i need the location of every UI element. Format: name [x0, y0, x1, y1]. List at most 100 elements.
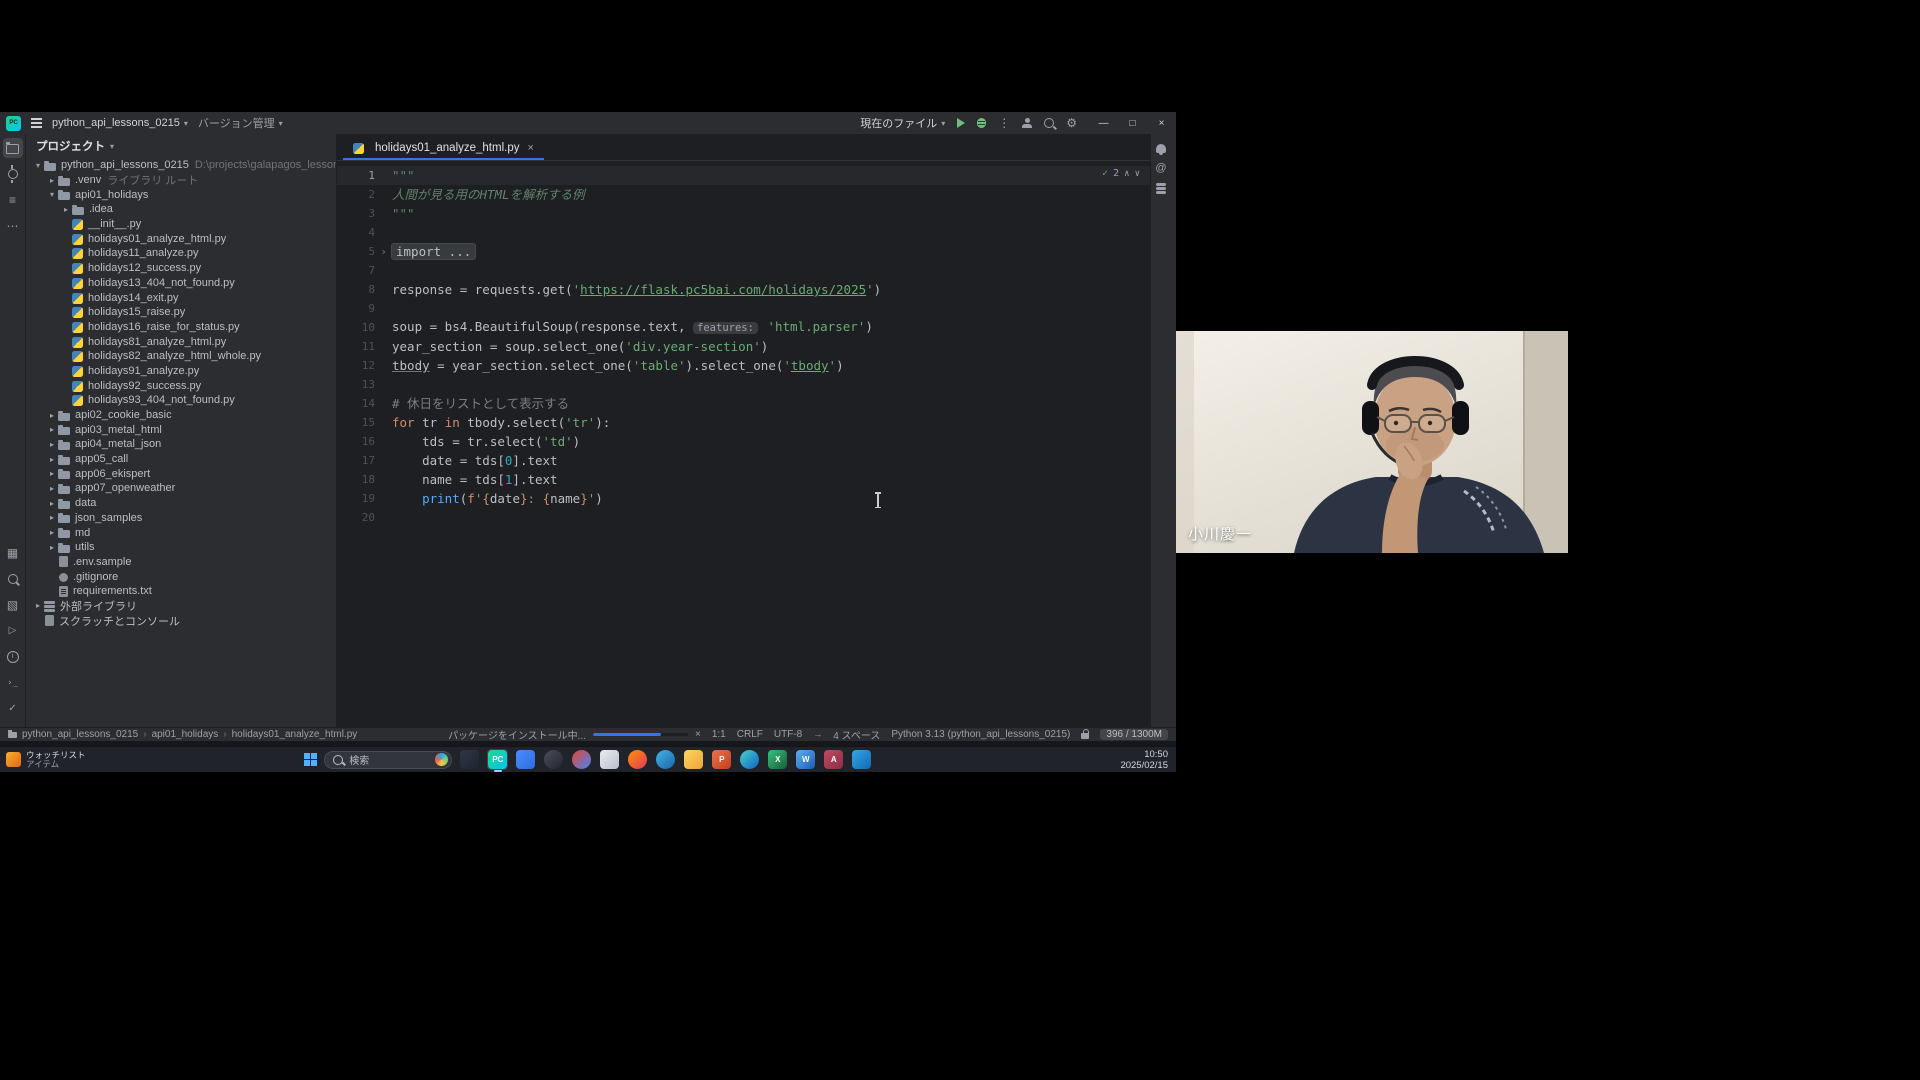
tree-item[interactable]: ▸app06_ekispert — [26, 466, 336, 481]
vscode-button[interactable] — [851, 749, 872, 770]
chevron-right-icon[interactable]: ▸ — [32, 601, 44, 610]
powerpoint-button[interactable]: P — [711, 749, 732, 770]
tree-item[interactable]: holidays01_analyze_html.py — [26, 231, 336, 246]
breadcrumb-item[interactable]: api01_holidays — [152, 729, 219, 740]
tree-item[interactable]: holidays13_404_not_found.py — [26, 276, 336, 291]
code-line[interactable]: 14# 休日をリストとして表示する — [337, 394, 1150, 413]
chevron-right-icon[interactable]: ▸ — [46, 425, 58, 434]
structure-button[interactable] — [3, 190, 23, 210]
tree-item[interactable]: holidays91_analyze.py — [26, 364, 336, 379]
project-selector-button[interactable]: python_api_lessons_0215 — [52, 117, 188, 129]
excel-button[interactable]: X — [767, 749, 788, 770]
status-item[interactable]: 1:1 — [712, 729, 726, 740]
tree-item[interactable]: holidays81_analyze_html.py — [26, 334, 336, 349]
chevron-down-icon[interactable]: ▾ — [46, 190, 58, 199]
chevron-right-icon[interactable]: ▸ — [60, 205, 72, 214]
status-item[interactable]: 396 / 1300M — [1100, 729, 1168, 740]
todo-button[interactable] — [3, 699, 23, 719]
code-line[interactable]: 4 — [337, 223, 1150, 242]
commit-button[interactable] — [3, 164, 23, 184]
tree-item[interactable]: スクラッチとコンソール — [26, 613, 336, 628]
python-packages-button[interactable] — [3, 543, 23, 563]
database-button[interactable] — [1151, 178, 1171, 198]
code-line[interactable]: 19 print(f'{date}: {name}') — [337, 489, 1150, 508]
status-item[interactable]: UTF-8 — [774, 729, 802, 740]
tree-item[interactable]: .gitignore — [26, 569, 336, 584]
run-configuration-button[interactable]: 現在のファイル — [860, 115, 945, 131]
code-line[interactable]: 16 tds = tr.select('td') — [337, 432, 1150, 451]
code-line[interactable]: 3""" — [337, 204, 1150, 223]
tree-item[interactable]: ▾python_api_lessons_0215D:\projects\gala… — [26, 158, 336, 173]
settings-gear-icon[interactable] — [1066, 117, 1077, 129]
chevron-right-icon[interactable]: ▸ — [46, 411, 58, 420]
chevron-right-icon[interactable]: ▸ — [46, 484, 58, 493]
chevron-right-icon[interactable]: ▸ — [46, 440, 58, 449]
chrome-button[interactable] — [571, 749, 592, 770]
services-button[interactable] — [3, 595, 23, 615]
tree-item[interactable]: ▸utils — [26, 540, 336, 555]
tree-item[interactable]: holidays16_raise_for_status.py — [26, 320, 336, 335]
zoom-button[interactable] — [515, 749, 536, 770]
code-line[interactable]: 20 — [337, 508, 1150, 527]
tree-item[interactable]: ▸md — [26, 525, 336, 540]
code-line[interactable]: 13 — [337, 375, 1150, 394]
problems-button[interactable] — [3, 647, 23, 667]
editor-tab[interactable]: holidays01_analyze_html.py × — [343, 135, 544, 160]
chevron-down-icon[interactable]: ▾ — [32, 161, 44, 170]
notepad-button[interactable] — [599, 749, 620, 770]
fold-collapsed-icon[interactable]: › — [375, 242, 392, 261]
file-explorer-button[interactable] — [683, 749, 704, 770]
terminal-button[interactable] — [3, 673, 23, 693]
more-button[interactable] — [3, 216, 23, 236]
search-button[interactable] — [3, 569, 23, 589]
chevron-right-icon[interactable]: ▸ — [46, 543, 58, 552]
ai-assistant-button[interactable] — [1151, 158, 1171, 178]
search-everywhere-icon[interactable] — [1044, 118, 1054, 128]
code-line[interactable]: 15for tr in tbody.select('tr'): — [337, 413, 1150, 432]
taskbar-clock[interactable]: 10:50 2025/02/15 — [1120, 747, 1168, 772]
start-button[interactable] — [304, 753, 318, 767]
tree-item[interactable]: .env.sample — [26, 555, 336, 570]
tree-item[interactable]: ▸.idea — [26, 202, 336, 217]
tree-item[interactable]: holidays15_raise.py — [26, 305, 336, 320]
tree-item[interactable]: ▸data — [26, 496, 336, 511]
pycharm-button[interactable]: PC — [487, 749, 508, 770]
user-account-icon[interactable] — [1022, 118, 1032, 128]
code-line[interactable]: 11year_section = soup.select_one('div.ye… — [337, 337, 1150, 356]
code-line[interactable]: 8response = requests.get('https://flask.… — [337, 280, 1150, 299]
maximize-button[interactable]: □ — [1118, 112, 1147, 134]
tab-close-icon[interactable]: × — [527, 142, 533, 154]
code-line[interactable]: 1""" — [337, 166, 1150, 185]
thunderbird-button[interactable] — [655, 749, 676, 770]
tree-item[interactable]: holidays82_analyze_html_whole.py — [26, 349, 336, 364]
tree-item[interactable]: ▾api01_holidays — [26, 187, 336, 202]
status-item[interactable]: CRLF — [737, 729, 763, 740]
next-problem-icon[interactable]: ∨ — [1135, 169, 1140, 179]
breadcrumb-item[interactable]: python_api_lessons_0215 — [22, 729, 138, 740]
run-button[interactable] — [3, 621, 23, 641]
code-line[interactable]: 5›import ... — [337, 242, 1150, 261]
tree-item[interactable]: holidays92_success.py — [26, 378, 336, 393]
chevron-right-icon[interactable]: ▸ — [46, 176, 58, 185]
code-line[interactable]: 12tbody = year_section.select_one('table… — [337, 356, 1150, 375]
status-item[interactable]: 4 スペース — [833, 727, 880, 742]
breadcrumb-item[interactable]: holidays01_analyze_html.py — [232, 729, 358, 740]
tree-item[interactable]: ▸外部ライブラリ — [26, 599, 336, 614]
taskbar-search-input[interactable]: 検索 — [324, 751, 452, 769]
code-line[interactable]: 18 name = tds[1].text — [337, 470, 1150, 489]
code-line[interactable]: 10soup = bs4.BeautifulSoup(response.text… — [337, 318, 1150, 337]
main-menu-button[interactable] — [31, 122, 42, 124]
widgets-button[interactable]: ウォッチリスト アイテム — [6, 747, 86, 772]
chevron-right-icon[interactable]: ▸ — [46, 455, 58, 464]
tree-item[interactable]: ▸app05_call — [26, 452, 336, 467]
tree-item[interactable]: ▸.venvライブラリ ルート — [26, 173, 336, 188]
tree-item[interactable]: holidays11_analyze.py — [26, 246, 336, 261]
tree-item[interactable]: ▸api04_metal_json — [26, 437, 336, 452]
tree-item[interactable]: __init__.py — [26, 217, 336, 232]
tree-item[interactable]: requirements.txt — [26, 584, 336, 599]
more-actions-icon[interactable] — [998, 117, 1010, 129]
project-button[interactable] — [3, 138, 23, 158]
minimize-button[interactable]: — — [1089, 112, 1118, 134]
obs-studio-button[interactable] — [543, 749, 564, 770]
previous-problem-icon[interactable]: ∧ — [1124, 169, 1129, 179]
